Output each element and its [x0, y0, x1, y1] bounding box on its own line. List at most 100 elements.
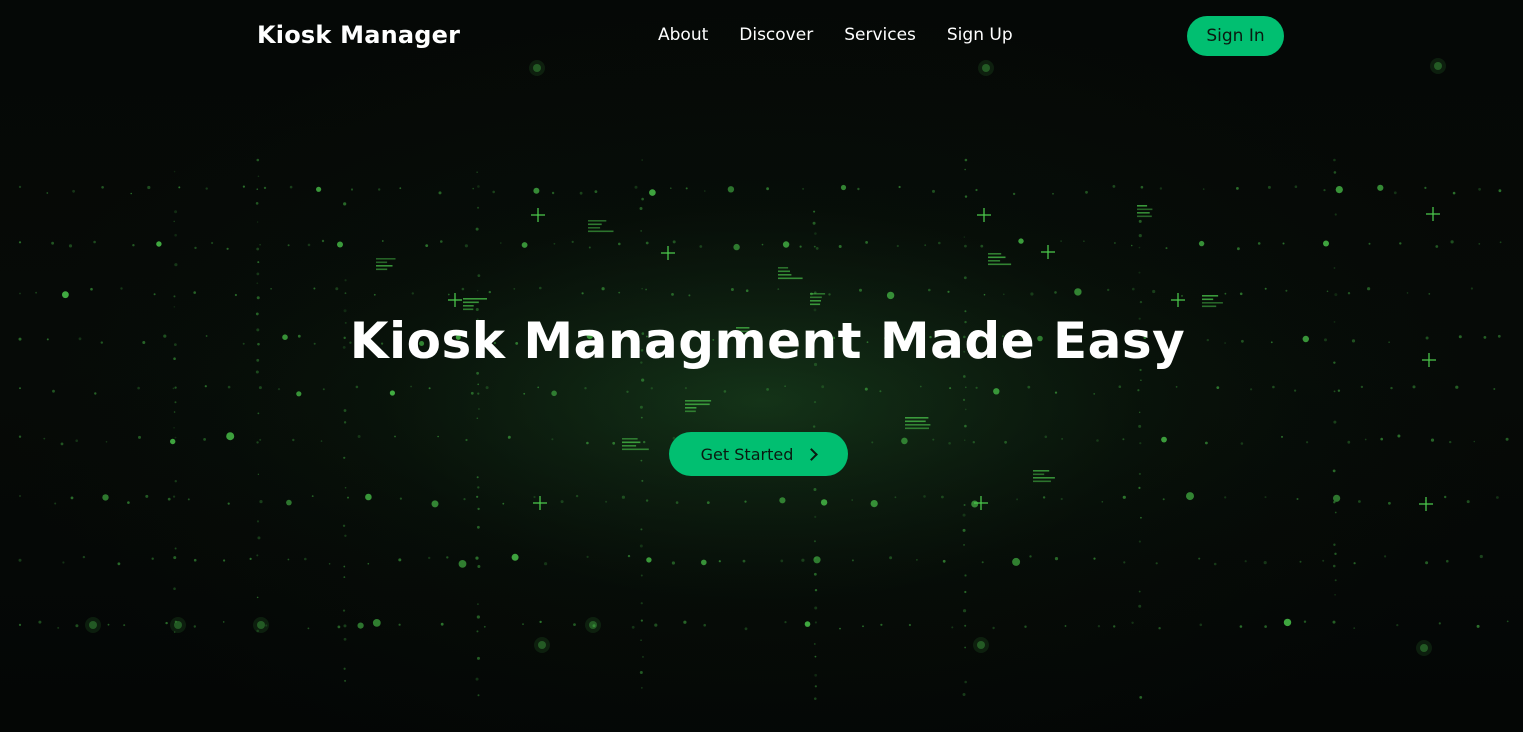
particle-dot: [204, 385, 207, 388]
particle-dot: [671, 293, 674, 296]
particle-dot: [1335, 186, 1343, 194]
particle-dot: [337, 241, 343, 248]
particle-dot: [476, 476, 479, 479]
particle-dot: [258, 386, 262, 390]
particle-dot: [174, 480, 177, 483]
particle-dot: [389, 390, 395, 396]
particle-dot: [1162, 498, 1165, 501]
particle-dot: [975, 188, 978, 192]
particle-dot: [1496, 496, 1499, 499]
particle-dot: [1263, 561, 1267, 565]
particle-dot: [1452, 191, 1456, 195]
particle-dot: [964, 646, 967, 649]
get-started-button[interactable]: Get Started: [669, 432, 848, 476]
particle-dot: [840, 184, 847, 191]
code-glyph: [988, 253, 1002, 255]
nav-link-about[interactable]: About: [658, 25, 708, 45]
particle-dot: [828, 293, 831, 296]
particle-dot: [813, 210, 816, 213]
chevron-right-icon: [805, 447, 819, 461]
particle-dot: [544, 562, 548, 566]
particle-dot: [923, 495, 926, 498]
particle-dot: [1030, 292, 1034, 296]
particle-dot: [1322, 559, 1325, 562]
particle-dot: [814, 673, 818, 677]
code-glyph: [685, 400, 712, 402]
particle-dot: [1118, 385, 1122, 389]
particle-dot: [675, 501, 679, 504]
particle-dot: [1332, 469, 1336, 473]
particle-dot: [1506, 620, 1509, 623]
code-glyph: [376, 265, 393, 267]
particle-dot: [476, 525, 480, 529]
particle-dot: [470, 391, 474, 395]
particle-dot: [256, 441, 259, 444]
particle-dot: [1257, 242, 1261, 245]
particle-dot: [343, 576, 346, 579]
sign-in-button[interactable]: Sign In: [1187, 16, 1284, 56]
particle-dot: [683, 620, 687, 624]
code-glyph: [778, 267, 789, 269]
particle-dot: [511, 553, 519, 561]
particle-dot: [428, 556, 431, 560]
particle-dot: [1074, 288, 1082, 296]
particle-dot: [1239, 292, 1243, 296]
particle-dot: [685, 187, 688, 190]
particle-dot: [394, 435, 396, 438]
particle-dot: [964, 424, 967, 428]
particle-dot: [1004, 440, 1007, 444]
nav-link-sign-up[interactable]: Sign Up: [947, 25, 1013, 45]
particle-dot: [1054, 391, 1058, 394]
particle-dot: [170, 438, 176, 445]
particle-dot: [344, 534, 347, 537]
particle-dot: [1303, 620, 1307, 623]
particle-dot: [634, 185, 638, 189]
particle-dot: [1333, 501, 1336, 504]
particle-dot: [1159, 187, 1163, 190]
particle-dot: [256, 596, 259, 599]
particle-dot: [586, 555, 589, 559]
particle-dot: [1380, 437, 1383, 441]
particle-dot: [626, 390, 629, 393]
particle-dot: [259, 438, 262, 441]
particle-dot: [472, 187, 475, 190]
particle-dot: [227, 502, 230, 505]
particle-dot: [1029, 555, 1032, 558]
particle-dot: [1161, 436, 1167, 443]
navbar: Kiosk Manager About Discover Services Si…: [0, 0, 1523, 72]
code-glyph: [1202, 295, 1219, 297]
particle-dot: [643, 440, 646, 444]
particle-dot: [193, 625, 196, 628]
particle-dot: [975, 386, 978, 389]
particle-dot: [1114, 242, 1116, 244]
particle-dot: [784, 385, 786, 388]
particle-dot: [1054, 291, 1057, 294]
particle-dot: [94, 392, 97, 395]
particle-dot: [54, 502, 57, 505]
particle-dot: [581, 292, 584, 295]
particle-dot: [964, 168, 966, 171]
particle-dot: [744, 500, 747, 503]
code-glyph: [810, 293, 826, 295]
particle-dot: [398, 623, 401, 626]
particle-dot: [256, 247, 260, 251]
particle-dot: [859, 288, 862, 292]
brand-logo[interactable]: Kiosk Manager: [257, 21, 460, 49]
code-glyph: [685, 407, 697, 409]
soft-glow-dot: [977, 641, 985, 649]
nav-link-discover[interactable]: Discover: [739, 25, 813, 45]
particle-dot: [174, 386, 177, 389]
particle-dot: [187, 498, 190, 501]
particle-dot: [814, 515, 817, 518]
code-glyph: [1033, 473, 1045, 476]
nav-link-services[interactable]: Services: [844, 25, 916, 45]
particle-dot: [1334, 593, 1336, 596]
particle-dot: [1476, 624, 1480, 628]
particle-dot: [865, 241, 868, 244]
particle-dot: [1296, 498, 1299, 500]
particle-dot: [72, 189, 75, 193]
code-glyph: [622, 438, 638, 440]
particle-dot: [321, 239, 325, 243]
particle-dot: [476, 171, 478, 173]
particle-dot: [1333, 390, 1336, 393]
